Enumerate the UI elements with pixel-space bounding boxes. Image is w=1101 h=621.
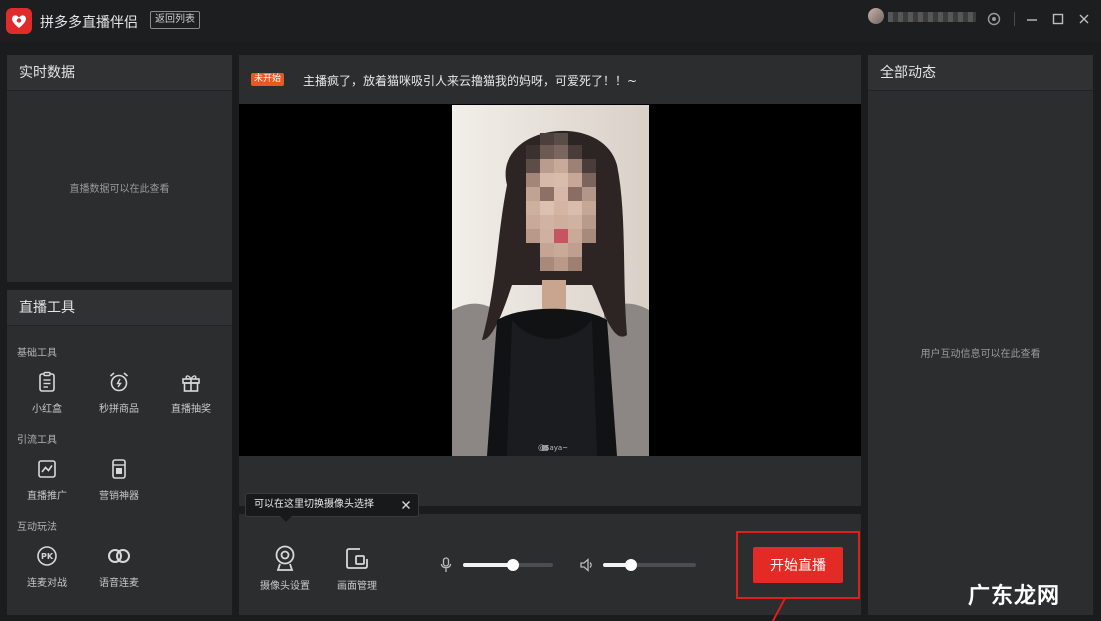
tool-voice-link[interactable]: 语音连麦: [91, 542, 147, 589]
photo-caption: @Saya~: [538, 444, 569, 452]
gift-icon: [177, 368, 205, 396]
scene-manage-button[interactable]: 画面管理: [327, 543, 387, 592]
start-live-button[interactable]: 开始直播: [753, 547, 843, 583]
close-window-icon[interactable]: [1076, 10, 1092, 28]
tool-live-promotion[interactable]: 直播推广: [19, 455, 75, 502]
tool-label: 直播抽奖: [171, 404, 211, 415]
user-name-blurred: [888, 12, 976, 22]
webcam-icon: [270, 543, 300, 573]
maximize-icon[interactable]: [1050, 10, 1066, 28]
marketing-card-icon: [105, 455, 133, 483]
realtime-data-title: 实时数据: [7, 55, 232, 91]
tool-label: 语音连麦: [99, 578, 139, 589]
clipboard-icon: [33, 368, 61, 396]
app-window: 拼多多直播伴侣 返回列表 实时数据 直播数据可以在此查看 直播工具 基础工具 小…: [0, 0, 1101, 621]
tool-marketing-artifact[interactable]: 营销神器: [91, 455, 147, 502]
announcement-bar: 未开始 主播疯了，放着猫咪吸引人来云撸猫我的妈呀，可爱死了！！~: [239, 55, 861, 104]
tool-little-red-box[interactable]: 小红盒: [19, 368, 75, 415]
live-tools-title: 直播工具: [7, 290, 232, 326]
tool-mic-battle[interactable]: PK 连麦对战: [19, 542, 75, 589]
site-watermark: 广东龙网: [968, 584, 1061, 609]
camera-frame-image: @Saya~: [452, 105, 649, 456]
announcement-text: 主播疯了，放着猫咪吸引人来云撸猫我的妈呀，可爱死了！！~: [303, 74, 638, 88]
tool-label: 小红盒: [32, 404, 62, 415]
speaker-volume-knob[interactable]: [624, 559, 637, 571]
app-title: 拼多多直播伴侣: [40, 15, 138, 31]
mic-volume-fill: [463, 563, 514, 567]
user-avatar[interactable]: [868, 8, 884, 24]
tool-flash-deal[interactable]: 秒拼商品: [91, 368, 147, 415]
all-activity-placeholder: 用户互动信息可以在此查看: [920, 349, 1041, 360]
realtime-data-panel: 实时数据 直播数据可以在此查看: [7, 55, 232, 282]
pk-battle-icon: PK: [33, 542, 61, 570]
tooltip-text: 可以在这里切换摄像头选择: [254, 499, 374, 510]
all-activity-panel: 全部动态 用户互动信息可以在此查看: [868, 55, 1093, 615]
scene-manage-label: 画面管理: [337, 581, 377, 592]
camera-settings-button[interactable]: 摄像头设置: [255, 543, 315, 592]
microphone-icon[interactable]: [439, 557, 453, 573]
status-badge: 未开始: [251, 73, 285, 86]
back-to-list-button[interactable]: 返回列表: [150, 11, 200, 29]
svg-text:PK: PK: [41, 552, 54, 561]
app-logo-icon: [6, 8, 32, 34]
camera-settings-label: 摄像头设置: [260, 581, 310, 592]
section-traffic-tools: 引流工具: [17, 435, 57, 446]
section-basic-tools: 基础工具: [17, 348, 57, 359]
close-icon[interactable]: [400, 499, 412, 511]
tool-label: 直播推广: [27, 491, 67, 502]
title-bar: 拼多多直播伴侣 返回列表: [0, 0, 1101, 42]
tooltip-arrow: [280, 516, 292, 522]
camera-switch-tooltip: 可以在这里切换摄像头选择: [245, 493, 419, 522]
scene-layout-icon: [342, 543, 372, 573]
minimize-icon[interactable]: [1024, 10, 1040, 28]
tool-live-lottery[interactable]: 直播抽奖: [163, 368, 219, 415]
camera-preview[interactable]: @Saya~: [239, 104, 861, 456]
link-icon: [105, 542, 133, 570]
speaker-volume-slider[interactable]: [603, 559, 696, 571]
all-activity-title: 全部动态: [868, 55, 1093, 91]
speaker-icon[interactable]: [579, 557, 595, 573]
tool-label: 连麦对战: [27, 578, 67, 589]
section-interactive-play: 互动玩法: [17, 522, 57, 533]
realtime-data-placeholder: 直播数据可以在此查看: [69, 184, 170, 195]
settings-icon[interactable]: [986, 10, 1002, 28]
titlebar-divider: [1014, 12, 1015, 26]
trend-chart-icon: [33, 455, 61, 483]
tool-label: 秒拼商品: [99, 404, 139, 415]
alarm-clock-icon: [105, 368, 133, 396]
mic-volume-slider[interactable]: [463, 559, 553, 571]
tool-label: 营销神器: [99, 491, 139, 502]
